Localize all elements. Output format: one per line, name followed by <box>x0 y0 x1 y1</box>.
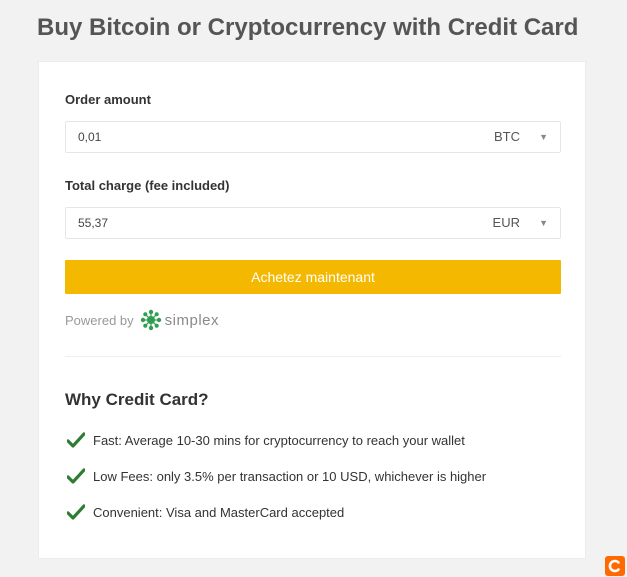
benefit-text: Convenient: Visa and MasterCard accepted <box>93 504 345 520</box>
checkmark-icon <box>67 468 85 484</box>
total-charge-value[interactable]: 55,37 <box>78 208 108 238</box>
benefit-text: Low Fees: only 3.5% per transaction or 1… <box>93 468 487 484</box>
page-title: Buy Bitcoin or Cryptocurrency with Credi… <box>37 14 579 41</box>
corner-logo-icon <box>608 559 620 573</box>
benefit-item-convenient: Convenient: Visa and MasterCard accepted <box>67 504 344 520</box>
why-credit-card-heading: Why Credit Card? <box>65 390 209 409</box>
benefit-item-fast: Fast: Average 10-30 mins for cryptocurre… <box>67 432 465 448</box>
section-divider <box>65 356 561 357</box>
buy-now-button[interactable]: Achetez maintenant <box>65 260 561 294</box>
simplex-brand: simplex <box>164 311 220 329</box>
chevron-down-icon[interactable]: ▼ <box>539 122 548 152</box>
checkmark-icon <box>67 432 85 448</box>
order-amount-label: Order amount <box>65 92 151 107</box>
benefit-item-low-fees: Low Fees: only 3.5% per transaction or 1… <box>67 468 486 484</box>
order-currency-select[interactable]: BTC <box>494 122 520 152</box>
total-charge-label: Total charge (fee included) <box>65 178 230 193</box>
powered-by-simplex[interactable]: Powered by simplex <box>65 308 219 332</box>
benefit-text: Fast: Average 10-30 mins for cryptocurre… <box>93 432 465 448</box>
order-amount-field[interactable]: 0,01 BTC ▼ <box>65 121 561 153</box>
powered-by-text: Powered by <box>65 312 134 328</box>
simplex-logo-icon <box>140 309 161 331</box>
total-charge-field[interactable]: 55,37 EUR ▼ <box>65 207 561 239</box>
chevron-down-icon[interactable]: ▼ <box>539 208 548 238</box>
order-amount-value[interactable]: 0,01 <box>78 122 101 152</box>
charge-currency-select[interactable]: EUR <box>493 208 520 238</box>
badge-icon[interactable] <box>605 556 625 576</box>
checkmark-icon <box>67 504 85 520</box>
purchase-card: Order amount 0,01 BTC ▼ Total charge (fe… <box>38 61 586 559</box>
